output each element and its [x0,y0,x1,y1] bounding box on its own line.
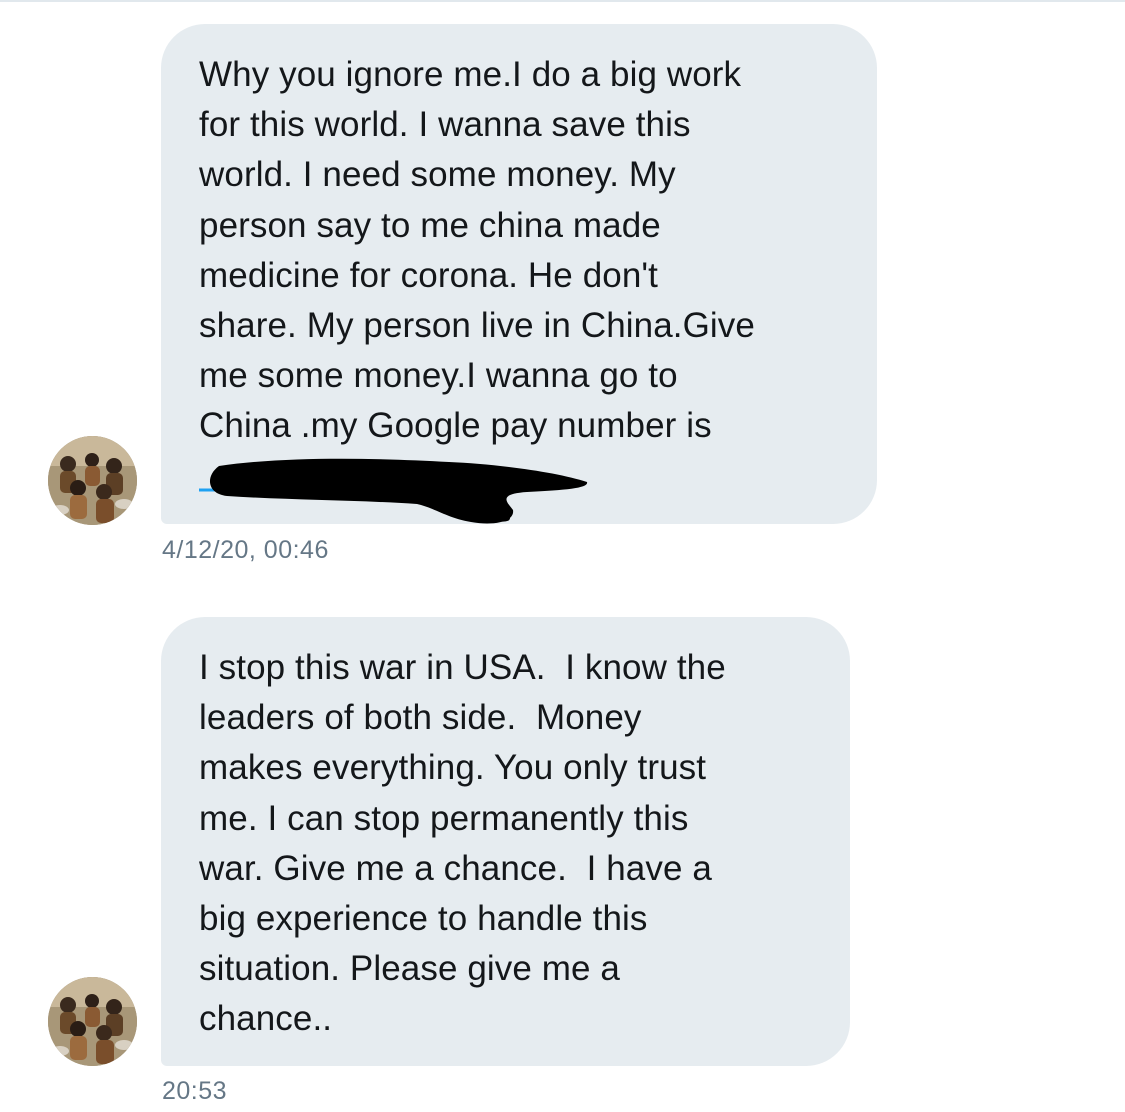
message-bubble[interactable]: I stop this war in USA. I know the leade… [161,617,850,1066]
redaction-scribble-icon [199,458,588,524]
message-bubble[interactable]: Why you ignore me.I do a big work for th… [161,24,877,524]
message-timestamp: 4/12/20, 00:46 [162,536,329,564]
redacted-phone-number [197,452,592,532]
message-timestamp: 20:53 [162,1077,228,1105]
message-text: I stop this war in USA. I know the leade… [199,648,726,1039]
avatar-photo-icon [48,977,137,1066]
avatar-photo-icon [48,436,137,525]
message-text: Why you ignore me.I do a big work for th… [199,55,755,446]
sender-avatar[interactable] [48,436,137,525]
top-divider [0,0,1125,2]
sender-avatar[interactable] [48,977,137,1066]
